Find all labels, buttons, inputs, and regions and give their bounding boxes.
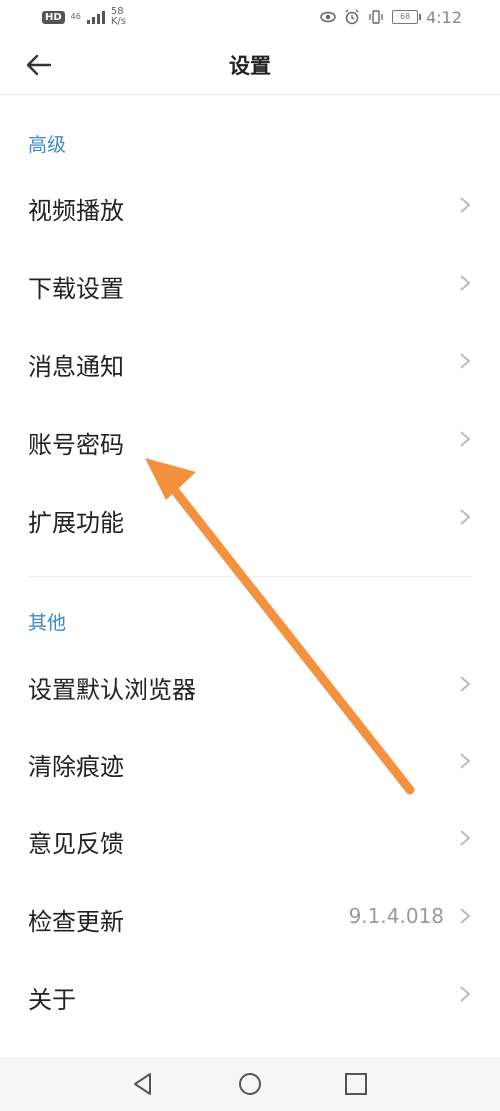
network-speed-unit: K/s <box>110 16 126 27</box>
settings-item-default-browser[interactable]: 设置默认浏览器 <box>0 644 500 722</box>
settings-item-label: 检查更新 <box>28 908 124 936</box>
signal-icon <box>86 10 105 24</box>
battery-icon: 68 <box>392 10 422 24</box>
vibrate-icon <box>369 10 383 24</box>
settings-item-label: 关于 <box>28 986 76 1014</box>
network-type-label: 46 <box>70 12 81 21</box>
status-bar-left: HD 46 58 K/s <box>42 6 126 28</box>
network-type: 46 <box>71 13 81 21</box>
settings-item-account-password[interactable]: 账号密码 <box>0 399 500 477</box>
settings-item-check-update[interactable]: 检查更新 9.1.4.018 <box>0 876 500 954</box>
settings-item-label: 视频播放 <box>28 197 124 225</box>
status-bar: HD 46 58 K/s 68 4:12 <box>0 0 500 36</box>
chevron-right-icon <box>460 353 471 369</box>
hd-badge: HD <box>42 10 65 24</box>
chevron-right-icon <box>460 986 471 1002</box>
status-bar-right: 68 4:12 <box>320 6 462 28</box>
chevron-right-icon <box>460 753 471 769</box>
settings-item-download-settings[interactable]: 下载设置 <box>0 243 500 321</box>
settings-item-about[interactable]: 关于 <box>0 954 500 1032</box>
title-bar: 设置 <box>0 36 500 95</box>
alarm-icon <box>345 9 359 25</box>
section-label-other: 其他 <box>28 612 67 634</box>
network-speed: 58 K/s <box>111 7 126 27</box>
eye-icon <box>320 11 336 23</box>
settings-item-label: 扩展功能 <box>28 509 124 537</box>
settings-item-notifications[interactable]: 消息通知 <box>0 321 500 399</box>
settings-item-video-playback[interactable]: 视频播放 <box>0 165 500 243</box>
settings-item-label: 意见反馈 <box>28 830 124 858</box>
chevron-right-icon <box>460 275 471 291</box>
settings-item-extensions[interactable]: 扩展功能 <box>0 477 500 555</box>
chevron-right-icon <box>460 908 471 924</box>
chevron-right-icon <box>460 431 471 447</box>
section-label-advanced: 高级 <box>28 134 67 156</box>
settings-item-label: 消息通知 <box>28 353 124 381</box>
nav-back-icon[interactable] <box>130 1071 156 1097</box>
version-number: 9.1.4.018 <box>348 904 444 928</box>
settings-item-clear-history[interactable]: 清除痕迹 <box>0 721 500 799</box>
settings-item-label: 账号密码 <box>28 431 124 459</box>
nav-home-icon[interactable] <box>237 1071 263 1097</box>
settings-item-label: 设置默认浏览器 <box>28 676 196 704</box>
status-time: 4:12 <box>426 7 462 27</box>
chevron-right-icon <box>460 509 471 525</box>
nav-recents-icon[interactable] <box>343 1071 369 1097</box>
system-nav-bar <box>0 1057 500 1111</box>
settings-item-label: 下载设置 <box>28 275 124 303</box>
settings-item-label: 清除痕迹 <box>28 753 124 781</box>
chevron-right-icon <box>460 676 471 692</box>
chevron-right-icon <box>460 830 471 846</box>
page-title: 设置 <box>229 54 271 78</box>
settings-item-feedback[interactable]: 意见反馈 <box>0 798 500 876</box>
section-divider <box>28 576 472 577</box>
chevron-right-icon <box>460 197 471 213</box>
